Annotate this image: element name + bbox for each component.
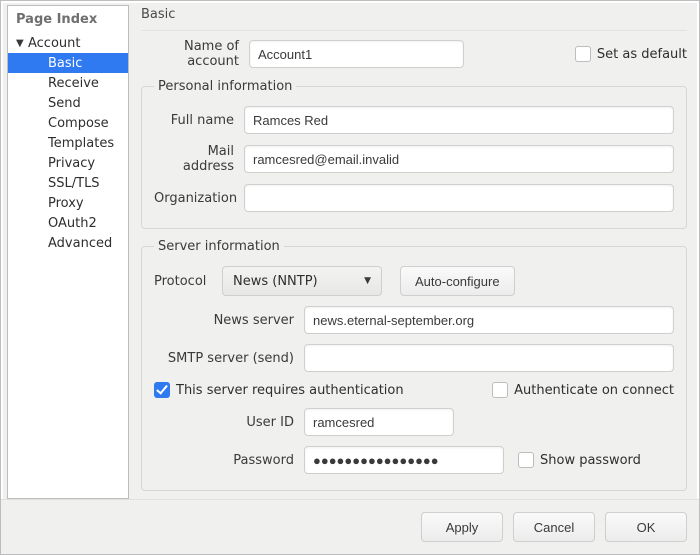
- smtp-server-input[interactable]: [304, 344, 674, 372]
- personal-info-group: Personal information Full name Mail addr…: [141, 79, 687, 229]
- mail-label: Mail address: [154, 144, 244, 174]
- auth-on-connect-label: Authenticate on connect: [514, 383, 674, 398]
- checkbox-icon: [518, 452, 534, 468]
- auto-configure-button[interactable]: Auto-configure: [400, 266, 515, 296]
- mail-input[interactable]: [244, 145, 674, 173]
- tree-item-account[interactable]: ▼ Account: [8, 33, 128, 53]
- tree-item-label: Compose: [48, 116, 109, 131]
- organization-input[interactable]: [244, 184, 674, 212]
- news-server-input[interactable]: [304, 306, 674, 334]
- set-default-label: Set as default: [597, 47, 687, 62]
- protocol-select[interactable]: News (NNTP) ▼: [222, 266, 382, 296]
- show-password-label: Show password: [540, 453, 641, 468]
- protocol-value: News (NNTP): [233, 274, 318, 289]
- tree-item-label: OAuth2: [48, 216, 97, 231]
- password-input[interactable]: [304, 446, 504, 474]
- tree-item-oauth2[interactable]: OAuth2: [8, 213, 128, 233]
- apply-button[interactable]: Apply: [421, 512, 503, 542]
- checkbox-icon: [575, 46, 591, 62]
- tree-item-ssltls[interactable]: SSL/TLS: [8, 173, 128, 193]
- set-default-checkbox[interactable]: Set as default: [575, 46, 687, 62]
- checkbox-icon: [154, 382, 170, 398]
- expand-icon: ▼: [16, 38, 28, 49]
- tree-item-label: Send: [48, 96, 81, 111]
- fullname-input[interactable]: [244, 106, 674, 134]
- news-server-label: News server: [154, 313, 304, 328]
- tree-item-label: Templates: [48, 136, 114, 151]
- tree-item-receive[interactable]: Receive: [8, 73, 128, 93]
- tree-item-label: Receive: [48, 76, 99, 91]
- server-info-legend: Server information: [154, 239, 284, 254]
- account-name-label: Name of account: [141, 39, 249, 69]
- tree-item-privacy[interactable]: Privacy: [8, 153, 128, 173]
- chevron-down-icon: ▼: [364, 276, 371, 286]
- dialog-footer: Apply Cancel OK: [1, 499, 699, 554]
- userid-label: User ID: [154, 415, 304, 430]
- auth-on-connect-checkbox[interactable]: Authenticate on connect: [492, 382, 674, 398]
- requires-auth-label: This server requires authentication: [176, 383, 404, 398]
- fullname-label: Full name: [154, 113, 244, 128]
- tree-item-label: Proxy: [48, 196, 84, 211]
- tree-item-label: Basic: [48, 56, 82, 71]
- show-password-checkbox[interactable]: Show password: [518, 452, 641, 468]
- tree-item-send[interactable]: Send: [8, 93, 128, 113]
- organization-label: Organization: [154, 191, 244, 206]
- tree-item-templates[interactable]: Templates: [8, 133, 128, 153]
- account-name-input[interactable]: [249, 40, 464, 68]
- server-info-group: Server information Protocol News (NNTP) …: [141, 239, 687, 491]
- tree-item-label: Privacy: [48, 156, 95, 171]
- tree-item-proxy[interactable]: Proxy: [8, 193, 128, 213]
- tree-item-advanced[interactable]: Advanced: [8, 233, 128, 253]
- cancel-button[interactable]: Cancel: [513, 512, 595, 542]
- tree-item-basic[interactable]: Basic: [8, 53, 128, 73]
- requires-auth-checkbox[interactable]: This server requires authentication: [154, 382, 404, 398]
- checkbox-icon: [492, 382, 508, 398]
- smtp-server-label: SMTP server (send): [154, 351, 304, 366]
- panel-title: Basic: [141, 5, 687, 31]
- basic-panel: Basic Name of account Set as default Per…: [135, 5, 693, 499]
- protocol-label: Protocol: [154, 274, 214, 289]
- tree-item-label: Account: [28, 36, 81, 51]
- tree-item-label: Advanced: [48, 236, 112, 251]
- tree-item-label: SSL/TLS: [48, 176, 100, 191]
- tree-item-compose[interactable]: Compose: [8, 113, 128, 133]
- page-index-sidebar: Page Index ▼ Account Basic Receive Send …: [7, 5, 129, 499]
- personal-info-legend: Personal information: [154, 79, 296, 94]
- userid-input[interactable]: [304, 408, 454, 436]
- page-index-title: Page Index: [8, 10, 128, 33]
- ok-button[interactable]: OK: [605, 512, 687, 542]
- password-label: Password: [154, 453, 304, 468]
